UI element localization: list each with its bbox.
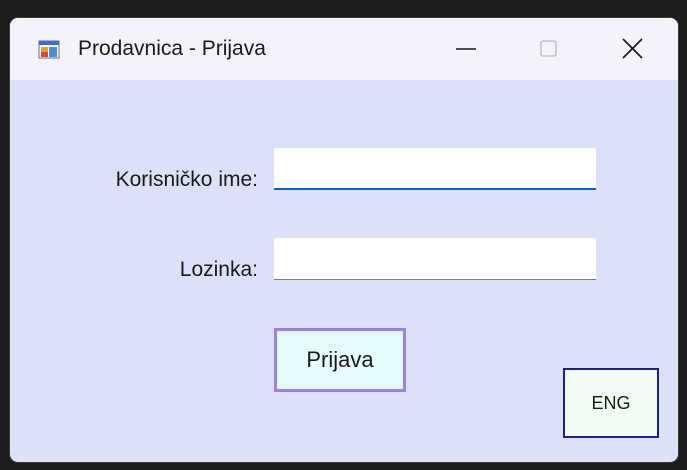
username-label: Korisničko ime:	[115, 168, 258, 191]
minimize-button[interactable]	[420, 18, 510, 80]
password-input[interactable]	[274, 238, 596, 280]
password-label: Lozinka:	[179, 258, 258, 281]
maximize-icon	[540, 40, 557, 57]
minimize-icon	[456, 48, 476, 50]
username-input[interactable]	[274, 148, 596, 190]
login-window: Prodavnica - Prijava Korisničko ime: Loz…	[10, 18, 678, 462]
close-button[interactable]	[588, 18, 678, 80]
maximize-button[interactable]	[500, 18, 590, 80]
language-button[interactable]: ENG	[563, 368, 659, 438]
login-button[interactable]: Prijava	[274, 328, 406, 392]
app-icon	[38, 38, 60, 60]
window-title: Prodavnica - Prijava	[78, 37, 266, 60]
title-bar[interactable]: Prodavnica - Prijava	[10, 18, 678, 80]
close-icon	[622, 38, 643, 59]
